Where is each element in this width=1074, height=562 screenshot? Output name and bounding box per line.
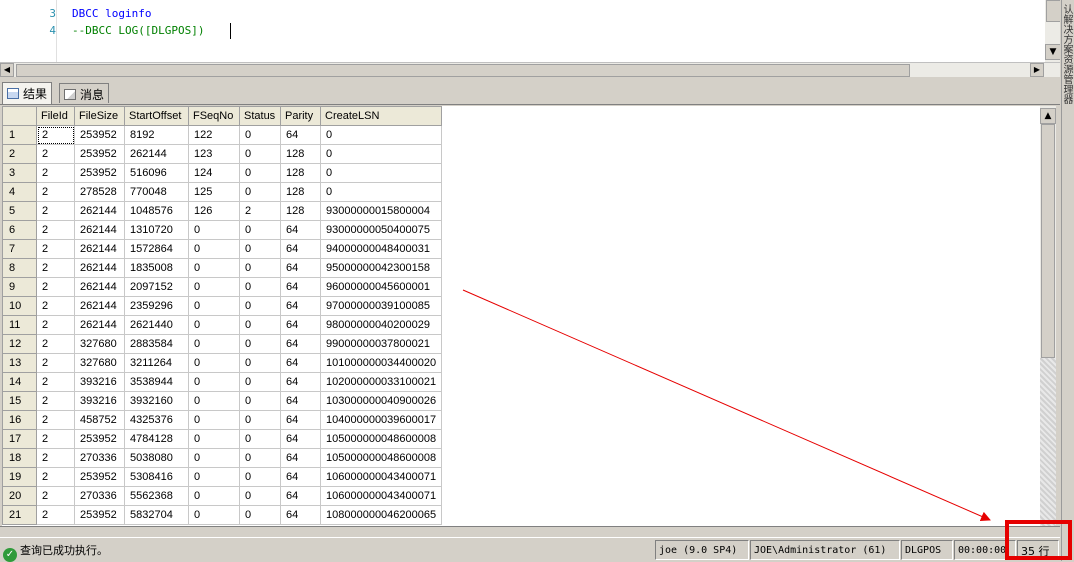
status-bar: ✓ 查询已成功执行。 joe (9.0 SP4) JOE\Administrato…	[0, 537, 1060, 562]
annotation-highlight-box	[1005, 520, 1072, 560]
current-database: DLGPOS	[901, 540, 953, 560]
success-check-icon: ✓	[3, 548, 17, 562]
login-user: JOE\Administrator (61)	[750, 540, 900, 560]
status-message: ✓ 查询已成功执行。	[0, 540, 654, 562]
annotation-arrow	[462, 289, 991, 521]
server-version: joe (9.0 SP4)	[655, 540, 749, 560]
